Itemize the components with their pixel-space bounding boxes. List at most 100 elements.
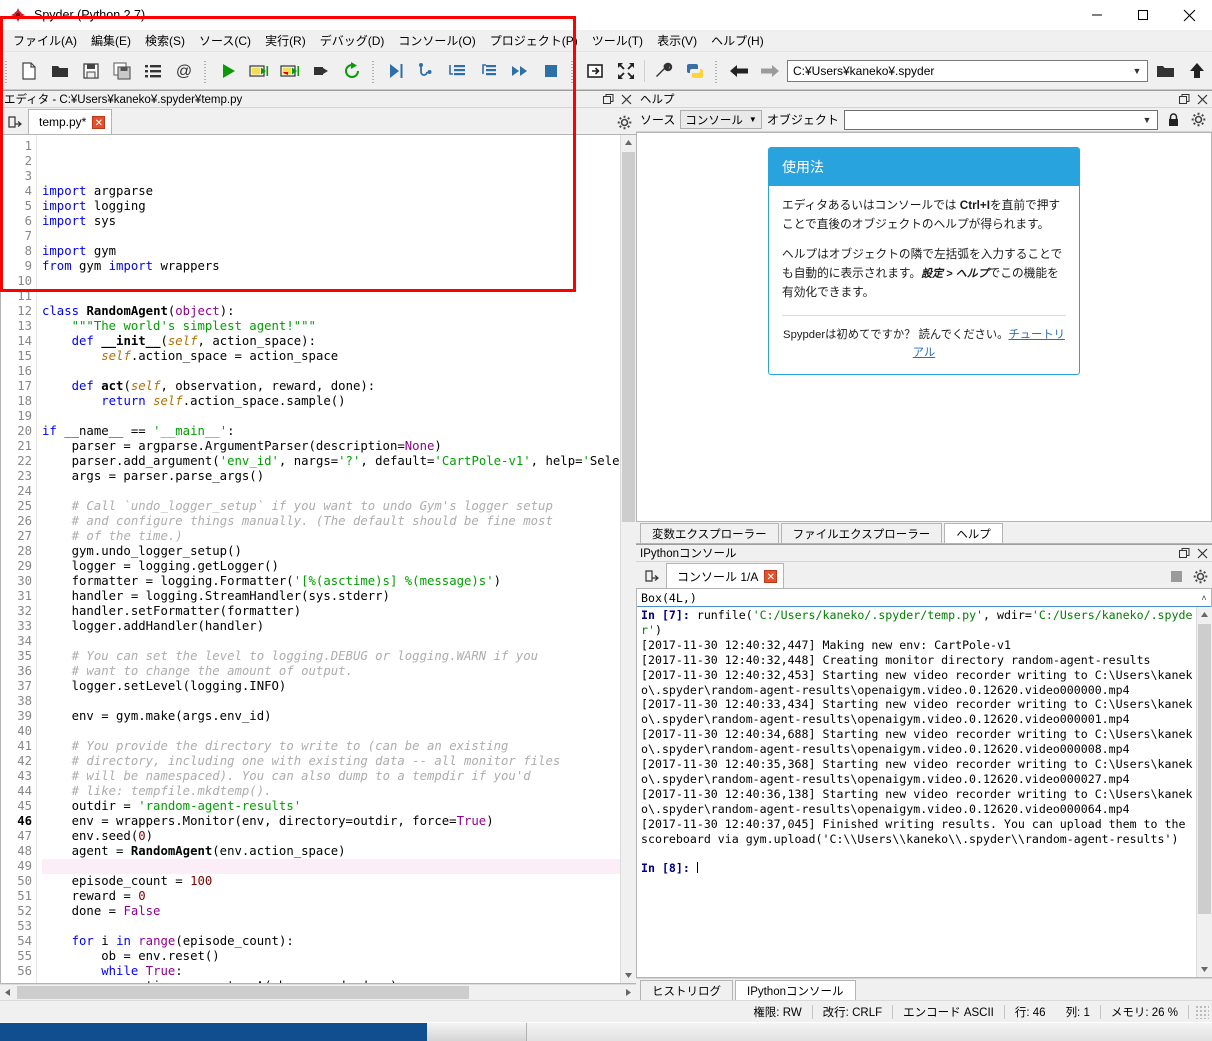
- tab-file-explorer[interactable]: ファイルエクスプローラー: [780, 523, 943, 543]
- code-line[interactable]: reward = 0: [42, 889, 620, 904]
- tab-ipython-console[interactable]: IPythonコンソール: [735, 980, 856, 1000]
- code-line[interactable]: logger.addHandler(handler): [42, 619, 620, 634]
- debug-icon[interactable]: [380, 56, 411, 86]
- code-line[interactable]: env = gym.make(args.env_id): [42, 709, 620, 724]
- code-line[interactable]: [42, 289, 620, 304]
- chevron-down-icon[interactable]: ▼: [749, 115, 757, 124]
- menu-item-file[interactable]: ファイル(A): [6, 30, 84, 51]
- run-icon[interactable]: [212, 56, 243, 86]
- editor-vertical-scrollbar[interactable]: [620, 135, 636, 983]
- code-line[interactable]: self.action_space = action_space: [42, 349, 620, 364]
- menu-item-tools[interactable]: ツール(T): [585, 30, 650, 51]
- close-icon[interactable]: ✕: [92, 115, 106, 129]
- code-line[interactable]: from gym import wrappers: [42, 259, 620, 274]
- toolbar-grip-5[interactable]: [713, 58, 720, 83]
- console-vscroll-track[interactable]: [1196, 622, 1212, 962]
- step-into-icon[interactable]: [442, 56, 473, 86]
- code-line[interactable]: [42, 484, 620, 499]
- code-line[interactable]: gym.undo_logger_setup(): [42, 544, 620, 559]
- code-line[interactable]: parser = argparse.ArgumentParser(descrip…: [42, 439, 620, 454]
- editor-vscroll-track[interactable]: [620, 150, 636, 968]
- menu-item-run[interactable]: 実行(R): [258, 30, 313, 51]
- scroll-right-icon[interactable]: [621, 985, 636, 1001]
- tab-help[interactable]: ヘルプ: [944, 523, 1003, 543]
- editor-hscroll-thumb[interactable]: [17, 985, 469, 999]
- resize-grip[interactable]: [1195, 1004, 1209, 1019]
- new-file-icon[interactable]: [13, 56, 44, 86]
- help-object-input[interactable]: ▼: [843, 109, 1158, 130]
- code-line[interactable]: # like: tempfile.mkdtemp().: [42, 784, 620, 799]
- pythonpath-icon[interactable]: [679, 56, 710, 86]
- code-line[interactable]: done = False: [42, 904, 620, 919]
- stop-icon[interactable]: [535, 56, 566, 86]
- code-line[interactable]: formatter = logging.Formatter('[%(asctim…: [42, 574, 620, 589]
- console-tab-1a[interactable]: コンソール 1/A ✕: [666, 563, 785, 588]
- code-line[interactable]: episode_count = 100: [42, 874, 620, 889]
- code-line[interactable]: action = agent.act(ob, reward, done): [42, 979, 620, 983]
- code-line[interactable]: handler.setFormatter(formatter): [42, 604, 620, 619]
- menu-item-view[interactable]: 表示(V): [650, 30, 704, 51]
- toolbar-grip-3[interactable]: [370, 58, 377, 83]
- step-return-icon[interactable]: [473, 56, 504, 86]
- tab-history-log[interactable]: ヒストリログ: [640, 980, 733, 1000]
- forward-arrow-icon[interactable]: [754, 56, 785, 86]
- gear-icon[interactable]: [1188, 110, 1208, 130]
- help-source-select[interactable]: コンソール ▼: [680, 110, 762, 129]
- chevron-down-icon[interactable]: ▼: [1129, 66, 1145, 76]
- scroll-down-icon[interactable]: [620, 968, 636, 983]
- editor-horizontal-scrollbar[interactable]: [0, 984, 636, 1000]
- code-line[interactable]: import gym: [42, 244, 620, 259]
- code-line[interactable]: [42, 919, 620, 934]
- code-line[interactable]: ob = env.reset(): [42, 949, 620, 964]
- close-icon[interactable]: [1194, 545, 1210, 561]
- undock-icon[interactable]: [1176, 545, 1192, 561]
- code-line[interactable]: [42, 694, 620, 709]
- code-line[interactable]: [42, 274, 620, 289]
- continue-icon[interactable]: [504, 56, 535, 86]
- menu-item-search[interactable]: 検索(S): [138, 30, 192, 51]
- code-line[interactable]: return self.action_space.sample(): [42, 394, 620, 409]
- code-line[interactable]: [42, 229, 620, 244]
- close-icon[interactable]: [1194, 91, 1210, 107]
- taskbar-item[interactable]: [427, 1023, 527, 1041]
- code-line[interactable]: parser.add_argument('env_id', nargs='?',…: [42, 454, 620, 469]
- code-area[interactable]: 1 2 3 4 5 6 7 8 9 10 11 12 13 14 15 16 17 18 19 20 21 22 23 24 2…: [1, 135, 620, 983]
- code-line[interactable]: [42, 634, 620, 649]
- file-list-icon[interactable]: [137, 56, 168, 86]
- menu-item-debug[interactable]: デバッグ(D): [313, 30, 392, 51]
- chevron-up-icon[interactable]: ˄: [1197, 593, 1211, 603]
- menu-item-edit[interactable]: 編集(E): [84, 30, 138, 51]
- code-line[interactable]: [42, 409, 620, 424]
- code-line[interactable]: # want to change the amount of output.: [42, 664, 620, 679]
- console-output[interactable]: In [7]: runfile('C:/Users/kaneko/.spyder…: [637, 607, 1196, 977]
- code-line[interactable]: if __name__ == '__main__':: [42, 424, 620, 439]
- scroll-down-icon[interactable]: [1196, 962, 1212, 977]
- code-line[interactable]: env.seed(0): [42, 829, 620, 844]
- undock-icon[interactable]: [600, 91, 616, 107]
- browse-tabs-icon[interactable]: [640, 564, 664, 588]
- gear-icon[interactable]: [612, 110, 636, 134]
- fullscreen-icon[interactable]: [610, 56, 641, 86]
- re-run-icon[interactable]: [336, 56, 367, 86]
- lock-icon[interactable]: [1163, 110, 1183, 130]
- browse-tabs-icon[interactable]: [4, 110, 26, 134]
- chevron-down-icon[interactable]: ▼: [1139, 115, 1155, 125]
- code-line[interactable]: while True:: [42, 964, 620, 979]
- console-stack[interactable]: Box(4L,) ˄ In [7]: runfile('C:/Users/kan…: [0, 16, 1212, 978]
- code-line[interactable]: # will be namespaced). You can also dump…: [42, 769, 620, 784]
- at-sign-icon[interactable]: @: [168, 56, 199, 86]
- code-line[interactable]: # of the time.): [42, 529, 620, 544]
- code-line[interactable]: # and configure things manually. (The de…: [42, 514, 620, 529]
- code-line[interactable]: def act(self, observation, reward, done)…: [42, 379, 620, 394]
- editor-tab-temp-py[interactable]: temp.py* ✕: [28, 109, 113, 134]
- undock-icon[interactable]: [1176, 91, 1192, 107]
- code-line[interactable]: # You provide the directory to write to …: [42, 739, 620, 754]
- step-over-icon[interactable]: [411, 56, 442, 86]
- menu-item-console[interactable]: コンソール(O): [391, 30, 482, 51]
- editor-hscroll-track[interactable]: [15, 985, 621, 1001]
- code-line[interactable]: args = parser.parse_args(): [42, 469, 620, 484]
- code-line[interactable]: import argparse: [42, 184, 620, 199]
- code-editor[interactable]: 1 2 3 4 5 6 7 8 9 10 11 12 13 14 15 16 17 18 19 20 21 22 23 24 2…: [0, 135, 636, 984]
- folder-open-icon[interactable]: [1150, 56, 1181, 86]
- code-text[interactable]: import argparse import logging import sys …: [37, 135, 620, 983]
